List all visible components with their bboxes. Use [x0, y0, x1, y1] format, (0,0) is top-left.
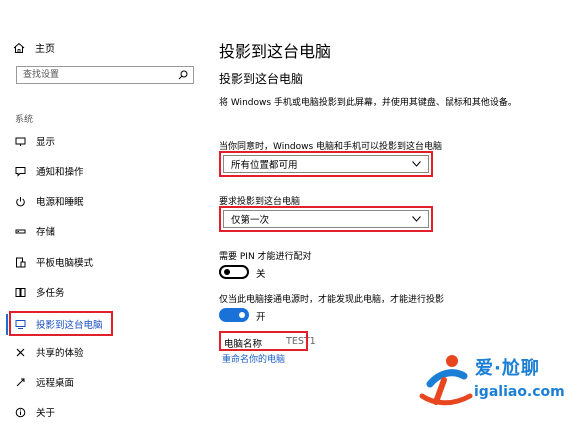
page-title: 投影到这台电脑	[219, 42, 332, 61]
sidebar-item-multitasking[interactable]: 多任务	[15, 282, 65, 302]
pin-toggle[interactable]	[219, 265, 249, 279]
home-label: 主页	[35, 44, 55, 55]
home-icon	[13, 42, 25, 53]
sidebar-item-label: 显示	[36, 137, 56, 148]
sidebar-item-label: 存储	[36, 227, 56, 238]
search-icon	[178, 70, 188, 80]
tablet-icon	[16, 257, 26, 267]
pin-toggle-state: 关	[256, 269, 266, 280]
sidebar-item-label: 关于	[36, 408, 56, 419]
pin-label: 需要 PIN 才能进行配对	[219, 252, 312, 262]
section-heading: 投影到这台电脑	[219, 72, 304, 86]
sidebar-item-remote-desktop[interactable]: 远程桌面	[15, 372, 74, 392]
notification-icon	[15, 166, 26, 177]
sidebar-item-label: 投影到这台电脑	[36, 320, 103, 331]
pc-name-value: TEST1	[286, 336, 316, 347]
info-icon	[15, 407, 26, 417]
sidebar: 主页 系统 显示 通知和操作 电源和睡眠 存储 平板电脑模式 多任务 投影到这台…	[0, 0, 205, 425]
ask-value: 仅第一次	[231, 215, 270, 226]
availability-label: 当你同意时，Windows 电脑和手机可以投影到这台电脑	[219, 142, 443, 152]
section-label-system: 系统	[15, 115, 34, 125]
sidebar-item-about[interactable]: 关于	[15, 402, 55, 422]
description-text: 将 Windows 手机或电脑投影到此屏幕，并使用其键盘、鼠标和其他设备。	[219, 98, 517, 108]
availability-value: 所有位置都可用	[231, 160, 298, 171]
share-icon	[16, 348, 25, 356]
sidebar-item-label: 多任务	[36, 288, 65, 299]
sidebar-item-shared-experiences[interactable]: 共享的体验	[15, 342, 84, 362]
sidebar-item-label: 电源和睡眠	[36, 197, 84, 208]
sidebar-item-label: 通知和操作	[36, 167, 84, 178]
project-icon	[15, 319, 26, 329]
rename-pc-link[interactable]: 重命名你的电脑	[222, 352, 285, 365]
pc-name-label: 电脑名称	[224, 339, 263, 350]
display-icon	[15, 137, 26, 146]
ask-label: 要求投影到这台电脑	[219, 197, 301, 207]
chevron-down-icon	[412, 161, 421, 167]
selection-indicator	[6, 314, 8, 335]
watermark-text: 爱·尬聊	[475, 358, 540, 379]
sidebar-item-label: 远程桌面	[36, 378, 75, 389]
power-toggle-state: 开	[256, 312, 266, 323]
home-nav-item[interactable]: 主页	[13, 40, 55, 55]
pc-name-row: 电脑名称 TEST1	[224, 336, 316, 350]
runner-logo-icon	[419, 355, 473, 406]
sidebar-item-label: 平板电脑模式	[36, 258, 94, 269]
chevron-down-icon	[412, 216, 421, 222]
availability-dropdown[interactable]: 所有位置都可用	[223, 155, 429, 173]
search-box[interactable]	[16, 66, 194, 84]
ask-dropdown[interactable]: 仅第一次	[223, 210, 429, 228]
sidebar-item-power[interactable]: 电源和睡眠	[15, 191, 84, 211]
watermark-logo: 爱·尬聊 igaliao.com	[418, 348, 586, 420]
toggle-knob	[224, 269, 230, 275]
search-input[interactable]	[17, 69, 175, 81]
power-label: 仅当此电脑接通电源时，才能发现此电脑，才能进行投影	[219, 295, 445, 305]
sidebar-item-label: 共享的体验	[36, 348, 84, 359]
sidebar-item-display[interactable]: 显示	[15, 131, 55, 151]
sidebar-item-storage[interactable]: 存储	[15, 221, 55, 241]
storage-icon	[15, 229, 26, 233]
watermark-url: igaliao.com	[474, 384, 565, 400]
multitask-icon	[15, 287, 26, 297]
remote-icon	[16, 378, 25, 386]
power-icon	[16, 196, 25, 206]
sidebar-item-notifications[interactable]: 通知和操作	[15, 161, 84, 181]
sidebar-item-project-to-pc[interactable]: 投影到这台电脑	[15, 314, 103, 334]
sidebar-item-tablet-mode[interactable]: 平板电脑模式	[15, 252, 93, 272]
power-toggle[interactable]	[219, 308, 249, 322]
toggle-knob	[239, 312, 245, 318]
